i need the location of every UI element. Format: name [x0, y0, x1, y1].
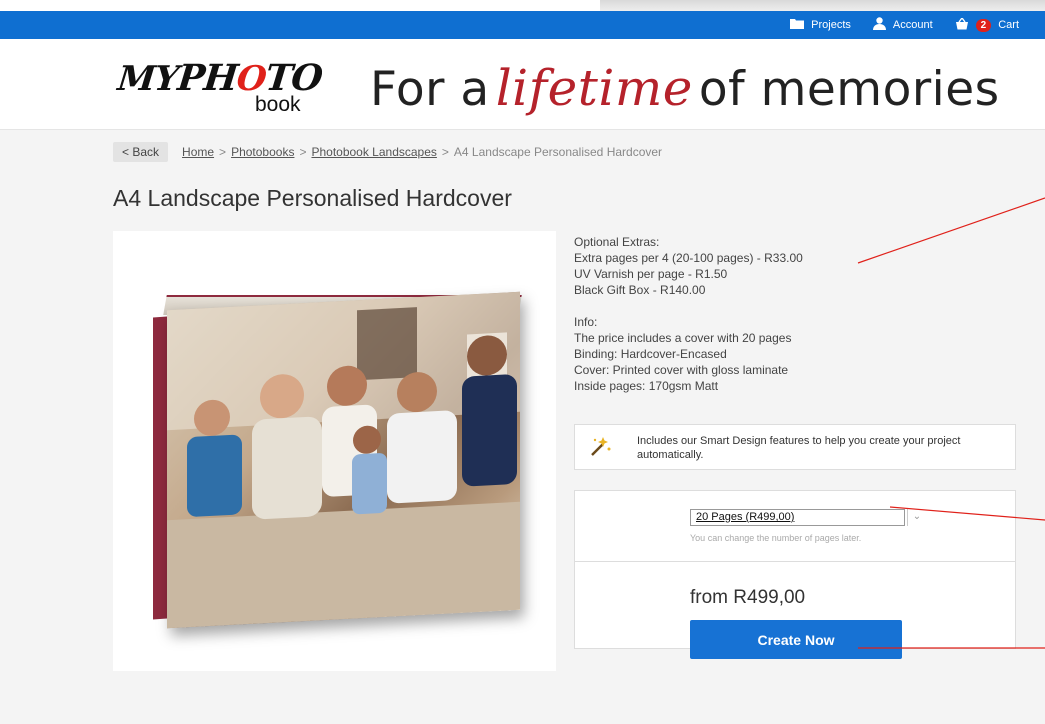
price-label: from R499,00 [690, 587, 806, 608]
smart-design-text: Includes our Smart Design features to he… [637, 435, 961, 461]
page-title: A4 Landscape Personalised Hardcover [113, 185, 512, 211]
site-logo[interactable]: MYPHOTO book [116, 49, 324, 121]
annotation-line-extras [857, 197, 1045, 264]
info-item: Inside pages: 170gsm Matt [574, 379, 719, 393]
info-item: Binding: Hardcover-Encased [574, 347, 727, 361]
pages-hint: You can change the number of pages later… [690, 533, 862, 543]
product-image [113, 231, 556, 671]
smart-design-notice: Includes our Smart Design features to he… [574, 424, 1016, 470]
tagline-part1: For a [370, 62, 490, 117]
folder-icon [790, 18, 805, 32]
extra-item: Black Gift Box - R140.00 [574, 283, 706, 297]
info-item: Cover: Printed cover with gloss laminate [574, 363, 789, 377]
info-heading: Info: [574, 315, 598, 329]
breadcrumb: < Back Home > Photobooks > Photobook Lan… [113, 142, 662, 162]
breadcrumb-separator: > [219, 145, 227, 159]
breadcrumb-photobook-landscapes[interactable]: Photobook Landscapes [311, 145, 436, 159]
nav-account[interactable]: Account [872, 17, 933, 33]
extra-item: UV Varnish per page - R1.50 [574, 267, 728, 281]
chevron-down-icon[interactable]: ⌄ [907, 509, 926, 526]
tagline: For a lifetime of memories [370, 59, 1000, 117]
pages-select-value: 20 Pages (R499,00) [696, 511, 795, 523]
tagline-part2: of memories [698, 62, 1000, 117]
nav-projects-label: Projects [811, 19, 851, 31]
basket-icon [955, 16, 969, 33]
breadcrumb-home[interactable]: Home [182, 145, 214, 159]
breadcrumb-separator: > [299, 145, 307, 159]
breadcrumb-current: A4 Landscape Personalised Hardcover [453, 145, 663, 159]
nav-account-label: Account [892, 19, 933, 31]
top-strip [0, 0, 1045, 11]
logo-book-text: book [255, 93, 301, 116]
top-nav: Projects Account 2 Cart [790, 11, 1019, 39]
product-info: Optional Extras: Extra pages per 4 (20-1… [574, 234, 803, 394]
site-header: MYPHOTO book For a lifetime of memories [0, 39, 1045, 130]
nav-cart[interactable]: 2 Cart [955, 16, 1019, 33]
user-icon [872, 17, 886, 33]
top-nav-bar: Projects Account 2 Cart [0, 11, 1045, 39]
book-spine [153, 316, 167, 620]
nav-cart-label: Cart [998, 19, 1019, 31]
extra-item: Extra pages per 4 (20-100 pages) - R33.0… [574, 251, 803, 265]
family-photo-illustration [167, 291, 520, 629]
book-cover-photo [167, 291, 520, 629]
breadcrumb-photobooks[interactable]: Photobooks [231, 145, 294, 159]
top-strip-shadow [600, 0, 1045, 11]
panel-divider [575, 561, 1015, 562]
create-now-button[interactable]: Create Now [690, 620, 902, 659]
pages-select[interactable]: 20 Pages (R499,00) ⌄ [690, 509, 921, 526]
order-panel: 20 Pages (R499,00) ⌄ You can change the … [574, 490, 1016, 659]
cart-count-badge: 2 [975, 18, 992, 32]
back-button[interactable]: < Back [113, 142, 169, 162]
tagline-script: lifetime [495, 59, 693, 117]
info-item: The price includes a cover with 20 pages [574, 331, 792, 345]
breadcrumb-separator: > [441, 145, 449, 159]
magic-wand-icon [589, 435, 613, 463]
optional-extras-heading: Optional Extras: [574, 235, 660, 249]
nav-projects[interactable]: Projects [790, 18, 851, 32]
